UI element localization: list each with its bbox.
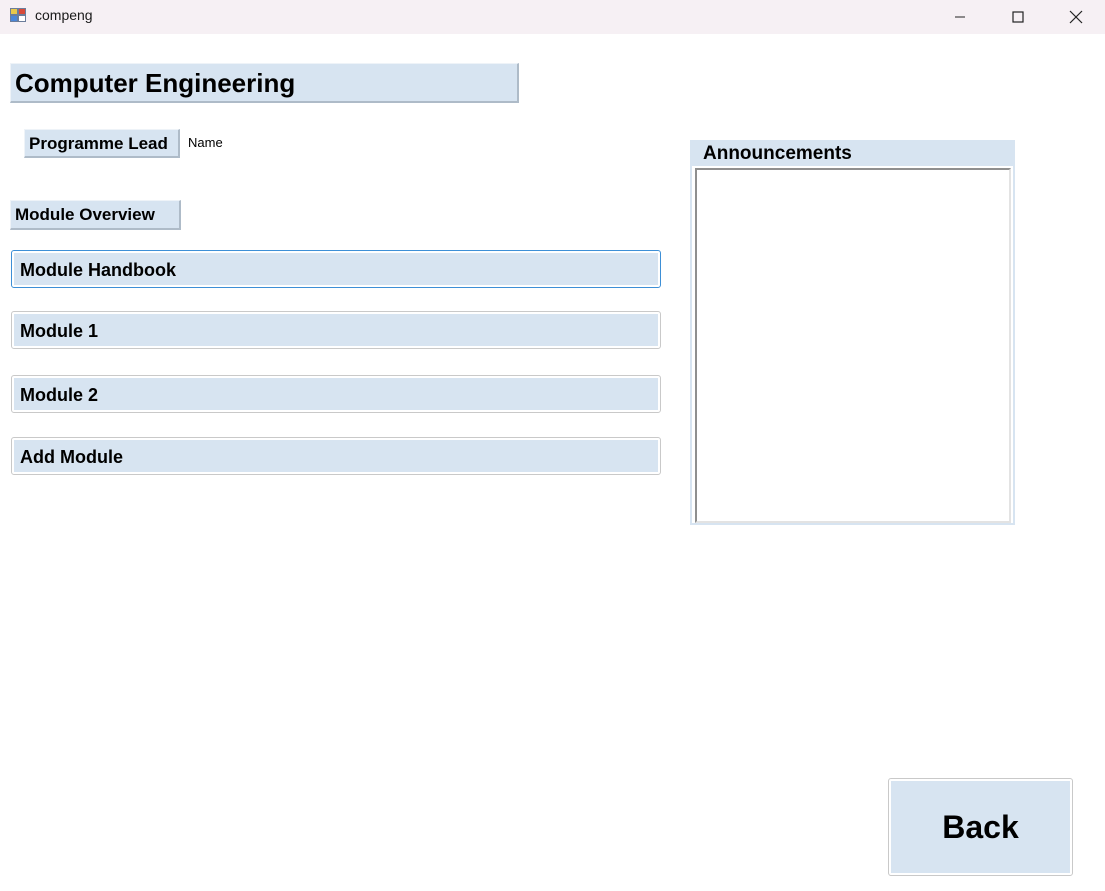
programme-lead-label: Programme Lead <box>24 129 180 158</box>
module-1-button[interactable]: Module 1 <box>11 311 661 349</box>
close-icon <box>1069 10 1083 24</box>
module-2-button[interactable]: Module 2 <box>11 375 661 413</box>
module-handbook-button[interactable]: Module Handbook <box>11 250 661 288</box>
add-module-button-label: Add Module <box>14 440 658 472</box>
add-module-button[interactable]: Add Module <box>11 437 661 475</box>
page-title: Computer Engineering <box>10 63 519 103</box>
module-handbook-button-label: Module Handbook <box>14 253 658 285</box>
form-client-area: Computer Engineering Programme Lead Name… <box>0 34 1105 891</box>
module-1-button-label: Module 1 <box>14 314 658 346</box>
back-button[interactable]: Back <box>888 778 1073 876</box>
title-bar[interactable]: compeng <box>0 0 1105 34</box>
announcements-group: Announcements <box>690 140 1015 525</box>
window-title: compeng <box>35 7 93 23</box>
minimize-button[interactable] <box>931 0 989 34</box>
back-button-label: Back <box>891 781 1070 873</box>
maximize-icon <box>1012 11 1024 23</box>
close-button[interactable] <box>1047 0 1105 34</box>
maximize-button[interactable] <box>989 0 1047 34</box>
minimize-icon <box>955 16 965 18</box>
programme-lead-name: Name <box>188 135 223 150</box>
module-overview-label: Module Overview <box>10 200 181 230</box>
module-2-button-label: Module 2 <box>14 378 658 410</box>
announcements-textbox[interactable] <box>695 168 1011 523</box>
announcements-title: Announcements <box>692 142 1013 166</box>
app-icon <box>10 8 27 23</box>
